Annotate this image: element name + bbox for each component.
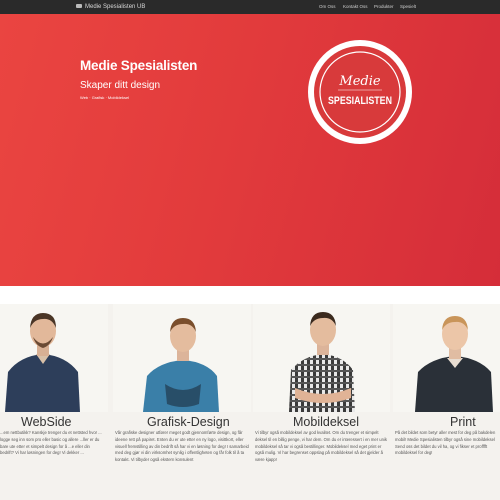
- medie-spesialisten-logo: Medie SPESIALISTEN: [308, 40, 412, 144]
- service-text-webside: ...em nettbutikk? Kanskje trenger du et …: [0, 430, 102, 456]
- logo-text-medie: Medie: [338, 74, 380, 89]
- service-title-mobildeksel: Mobildeksel: [293, 415, 360, 429]
- logo-red-circle: [314, 46, 406, 138]
- service-text-grafisk-design: Vår grafiske designer utfører meget godt…: [115, 430, 249, 463]
- service-text-mobildeksel: Vi tilbyr også mobildeksel av god kvalit…: [255, 430, 387, 463]
- print-person-photo: [393, 304, 500, 412]
- service-card-grafisk-design: Grafisk-Design Vår grafiske designer utf…: [113, 304, 251, 500]
- service-title-grafisk-design: Grafisk-Design: [147, 415, 230, 429]
- camera-icon: [76, 4, 82, 9]
- brand-label: Medie Spesialisten UB: [85, 4, 146, 10]
- logo-text-spesialisten: SPESIALISTEN: [328, 95, 392, 107]
- grafisk-design-person-photo: [113, 304, 251, 412]
- top-navbar: Medie Spesialisten UB Om Oss Kontakt Oss…: [0, 0, 500, 14]
- service-card-webside: WebSide ...em nettbutikk? Kanskje trenge…: [0, 304, 108, 500]
- service-text-print: På det bildet som betyr aller mest for d…: [395, 430, 496, 456]
- nav-link-om-oss[interactable]: Om Oss: [319, 2, 336, 12]
- nav-link-produkter[interactable]: Produkter: [374, 2, 394, 12]
- section-divider: [0, 286, 500, 304]
- nav-link-kontakt-oss[interactable]: Kontakt Oss: [343, 2, 368, 12]
- hero-tags: Web · Grafisk · Mobildeksel: [80, 95, 130, 100]
- brand-link[interactable]: Medie Spesialisten UB: [76, 2, 145, 12]
- hero-title: Medie Spesialisten: [80, 58, 198, 73]
- service-card-mobildeksel: Mobildeksel Vi tilbyr også mobildeksel a…: [253, 304, 390, 500]
- hero-section: Medie Spesialisten Skaper ditt design We…: [0, 14, 500, 286]
- mobildeksel-person-photo: [253, 304, 390, 412]
- service-card-print: Print På det bildet som betyr aller mest…: [393, 304, 500, 500]
- service-title-print: Print: [450, 415, 476, 429]
- nav-link-spesielt[interactable]: Spesielt: [400, 2, 416, 12]
- webside-person-photo: [0, 304, 108, 412]
- service-title-webside: WebSide: [21, 415, 72, 429]
- hero-subtitle: Skaper ditt design: [80, 80, 161, 91]
